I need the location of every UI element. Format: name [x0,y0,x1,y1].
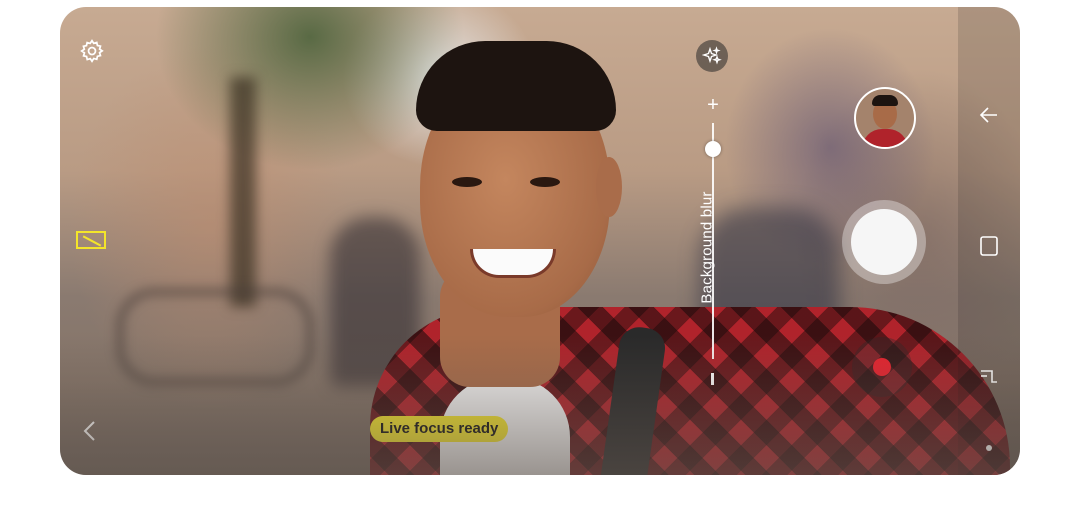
record-video-button[interactable] [852,337,912,397]
back-arrow-icon[interactable] [78,419,102,443]
shutter-button[interactable] [842,200,926,284]
left-eye [452,177,482,187]
navigation-bar [958,7,1020,475]
background-blur-label: Background blur [698,191,716,304]
thumbnail-hair [872,95,898,106]
record-dot-icon [873,358,891,376]
shutter-inner [851,209,917,275]
nav-home-icon[interactable] [976,233,1002,259]
ear [596,157,622,217]
slider-thumb[interactable] [705,141,721,157]
thumbnail-shirt [862,129,908,147]
slider-plus-icon[interactable]: + [704,95,722,115]
background-tree [230,77,256,307]
right-eye [530,177,560,187]
gear-icon[interactable] [78,37,106,65]
nav-recent-icon[interactable] [976,363,1002,389]
aspect-ratio-icon[interactable] [76,231,106,249]
backpack-strap [598,324,668,475]
background-bicycle [115,287,315,387]
sparkle-effects-icon[interactable] [696,40,728,72]
gallery-thumbnail[interactable] [854,87,916,149]
nav-back-icon[interactable] [976,102,1002,128]
white-tshirt [440,377,570,475]
hair [416,41,616,131]
nav-indicator-dot [986,445,992,451]
camera-viewfinder: + Background blur Live focus ready [60,7,1020,475]
status-badge: Live focus ready [370,416,509,442]
slider-minus-icon[interactable] [711,373,714,385]
